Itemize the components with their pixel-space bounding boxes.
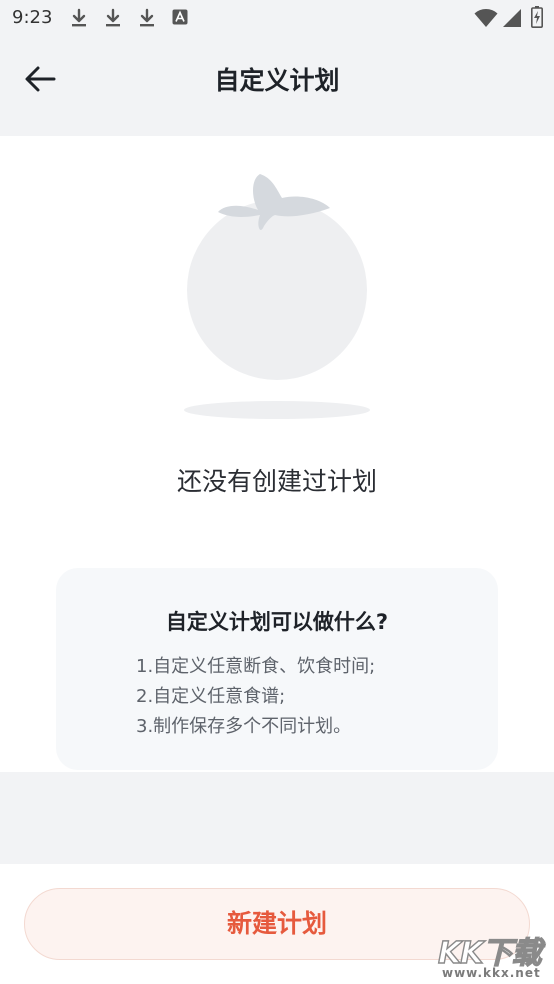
signal-icon [503,9,521,27]
info-item: 3.制作保存多个不同计划。 [136,716,352,737]
empty-state-message: 还没有创建过计划 [176,467,377,496]
download-icon [72,8,86,27]
status-bar: 9:23 [0,0,554,38]
watermark: KK下载 www.kkx.net [437,928,552,984]
screen: 9:23 自定义计划 还没有创建过计划 自定义计划可以做什么? 1.自定义任意断… [0,0,554,984]
main-panel: 还没有创建过计划 自定义计划可以做什么? 1.自定义任意断食、饮食时间; 2.自… [0,136,554,772]
status-time: 9:23 [12,7,53,28]
download-icon [106,8,120,27]
info-item: 2.自定义任意食谱; [136,686,286,707]
wifi-icon [474,9,498,27]
watermark-url: www.kkx.net [442,966,541,980]
tomato-icon [184,174,370,419]
info-item: 1.自定义任意断食、饮食时间; [136,656,376,677]
app-notification-icon [172,9,188,25]
info-list: 1.自定义任意断食、饮食时间; 2.自定义任意食谱; 3.制作保存多个不同计划。 [136,652,375,742]
battery-charging-icon [531,6,543,28]
page-title: 自定义计划 [214,66,340,95]
info-card-title: 自定义计划可以做什么? [165,610,389,634]
info-card: 自定义计划可以做什么? 1.自定义任意断食、饮食时间; 2.自定义任意食谱; 3… [56,568,498,770]
app-header: 自定义计划 [0,38,554,136]
download-icon [140,8,154,27]
